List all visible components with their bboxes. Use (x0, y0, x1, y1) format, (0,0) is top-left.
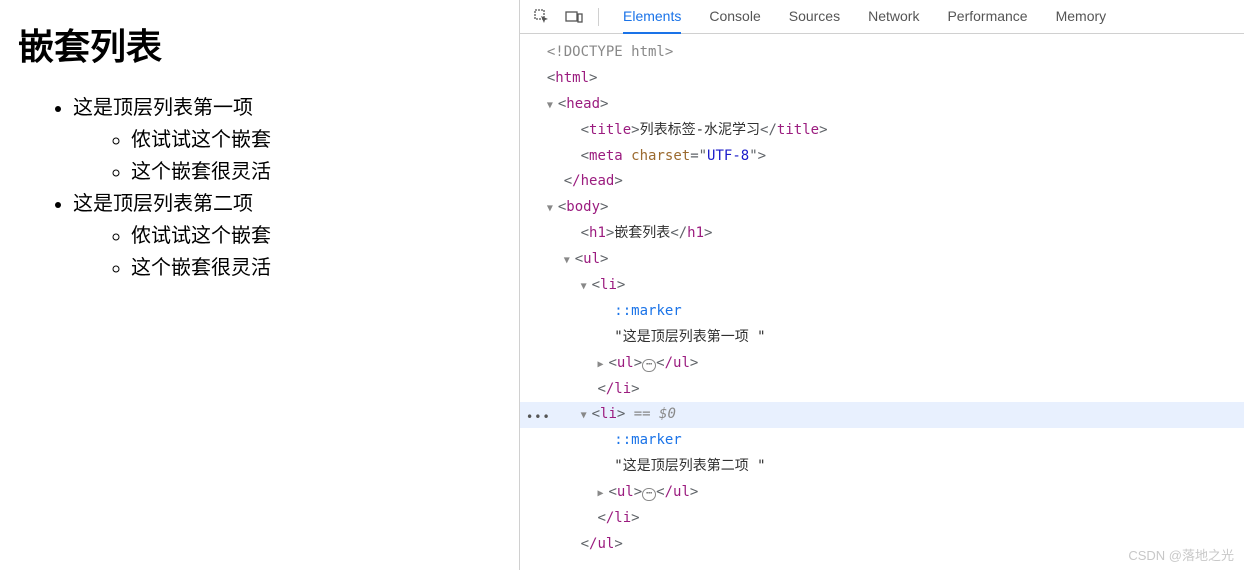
nested-list: 侬试试这个嵌套 这个嵌套很灵活 (73, 220, 501, 284)
nested-list: 侬试试这个嵌套 这个嵌套很灵活 (73, 124, 501, 188)
collapse-icon[interactable]: ▼ (581, 278, 592, 297)
dom-node[interactable]: <!DOCTYPE html> (520, 40, 1244, 66)
tab-memory[interactable]: Memory (1056, 0, 1107, 34)
list-item: 这个嵌套很灵活 (131, 156, 501, 188)
collapse-icon[interactable]: ▼ (547, 200, 558, 219)
list-item: 这个嵌套很灵活 (131, 252, 501, 284)
ellipsis-icon[interactable]: ⋯ (642, 359, 656, 372)
list-item: 这是顶层列表第二项 侬试试这个嵌套 这个嵌套很灵活 (73, 188, 501, 284)
dom-tree[interactable]: <!DOCTYPE html> <html> ▼<head> <title>列表… (520, 34, 1244, 570)
ellipsis-icon[interactable]: ⋯ (642, 488, 656, 501)
devtools-toolbar: Elements Console Sources Network Perform… (520, 0, 1244, 34)
dom-node[interactable]: <title>列表标签-水泥学习</title> (520, 118, 1244, 144)
dom-node[interactable]: ▼<body> (520, 195, 1244, 221)
dom-node[interactable]: ▶<ul>⋯</ul> (520, 351, 1244, 377)
rendered-page: 嵌套列表 这是顶层列表第一项 侬试试这个嵌套 这个嵌套很灵活 这是顶层列表第二项… (0, 0, 520, 570)
dom-node[interactable]: ▼<head> (520, 92, 1244, 118)
dom-node[interactable]: "这是顶层列表第二项 " (520, 454, 1244, 480)
collapse-icon[interactable]: ▼ (564, 252, 575, 271)
expand-icon[interactable]: ▶ (597, 485, 608, 504)
watermark: CSDN @落地之光 (1128, 545, 1234, 564)
tab-console[interactable]: Console (709, 0, 760, 34)
inspect-icon[interactable] (528, 3, 556, 31)
dom-node[interactable]: </head> (520, 169, 1244, 195)
dom-node-selected[interactable]: ••• ▼<li> == $0 (520, 402, 1244, 428)
dom-node[interactable]: <meta charset="UTF-8"> (520, 144, 1244, 170)
dom-node[interactable]: ▼<li> (520, 273, 1244, 299)
dom-node[interactable]: <h1>嵌套列表</h1> (520, 221, 1244, 247)
devtools-panel: Elements Console Sources Network Perform… (520, 0, 1244, 570)
top-list: 这是顶层列表第一项 侬试试这个嵌套 这个嵌套很灵活 这是顶层列表第二项 侬试试这… (18, 92, 501, 284)
tab-performance[interactable]: Performance (947, 0, 1027, 34)
toolbar-divider (598, 8, 599, 26)
dom-node[interactable]: ▼<ul> (520, 247, 1244, 273)
device-toolbar-icon[interactable] (560, 3, 588, 31)
dom-node[interactable]: </li> (520, 506, 1244, 532)
tab-network[interactable]: Network (868, 0, 919, 34)
collapse-icon[interactable]: ▼ (547, 97, 558, 116)
collapse-icon[interactable]: ▼ (581, 407, 592, 426)
tab-sources[interactable]: Sources (789, 0, 840, 34)
dom-node[interactable]: "这是顶层列表第一项 " (520, 325, 1244, 351)
page-heading: 嵌套列表 (18, 18, 501, 70)
expand-icon[interactable]: ▶ (597, 356, 608, 375)
devtools-tabs: Elements Console Sources Network Perform… (609, 0, 1106, 34)
list-item: 侬试试这个嵌套 (131, 220, 501, 252)
dom-node[interactable]: </li> (520, 377, 1244, 403)
list-item: 侬试试这个嵌套 (131, 124, 501, 156)
tab-elements[interactable]: Elements (623, 0, 681, 34)
dom-node[interactable]: ::marker (520, 299, 1244, 325)
selection-indicator-icon: ••• (526, 406, 551, 428)
dom-node[interactable]: <html> (520, 66, 1244, 92)
list-item: 这是顶层列表第一项 侬试试这个嵌套 这个嵌套很灵活 (73, 92, 501, 188)
dom-node[interactable]: ▶<ul>⋯</ul> (520, 480, 1244, 506)
dom-node[interactable]: ::marker (520, 428, 1244, 454)
